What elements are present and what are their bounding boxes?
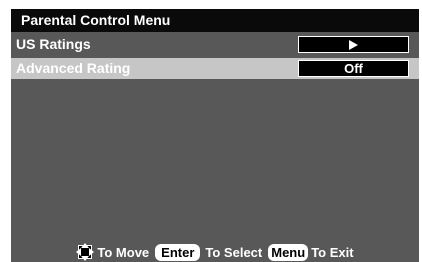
menu-key-badge: Menu: [268, 243, 309, 261]
dpad-arrows-icon: [76, 243, 95, 261]
menu-item-us-ratings[interactable]: US Ratings: [11, 34, 419, 55]
move-hint-text: To Move: [97, 244, 150, 260]
menu-item-advanced-rating[interactable]: Advanced Rating Off: [11, 58, 419, 79]
us-ratings-value[interactable]: [298, 36, 409, 53]
exit-hint-text: To Exit: [311, 244, 354, 260]
footer-help-bar: To Move Enter To Select Menu To Exit: [11, 242, 419, 262]
play-arrow-icon: [349, 39, 358, 50]
enter-key-badge: Enter: [155, 243, 201, 261]
menu-title: Parental Control Menu: [11, 9, 419, 32]
advanced-rating-value[interactable]: Off: [298, 60, 409, 77]
select-hint-text: To Select: [205, 244, 263, 260]
menu-item-label: US Ratings: [16, 36, 91, 52]
parental-control-screen: Parental Control Menu US Ratings Advance…: [11, 9, 419, 262]
menu-item-label: Advanced Rating: [16, 60, 131, 76]
